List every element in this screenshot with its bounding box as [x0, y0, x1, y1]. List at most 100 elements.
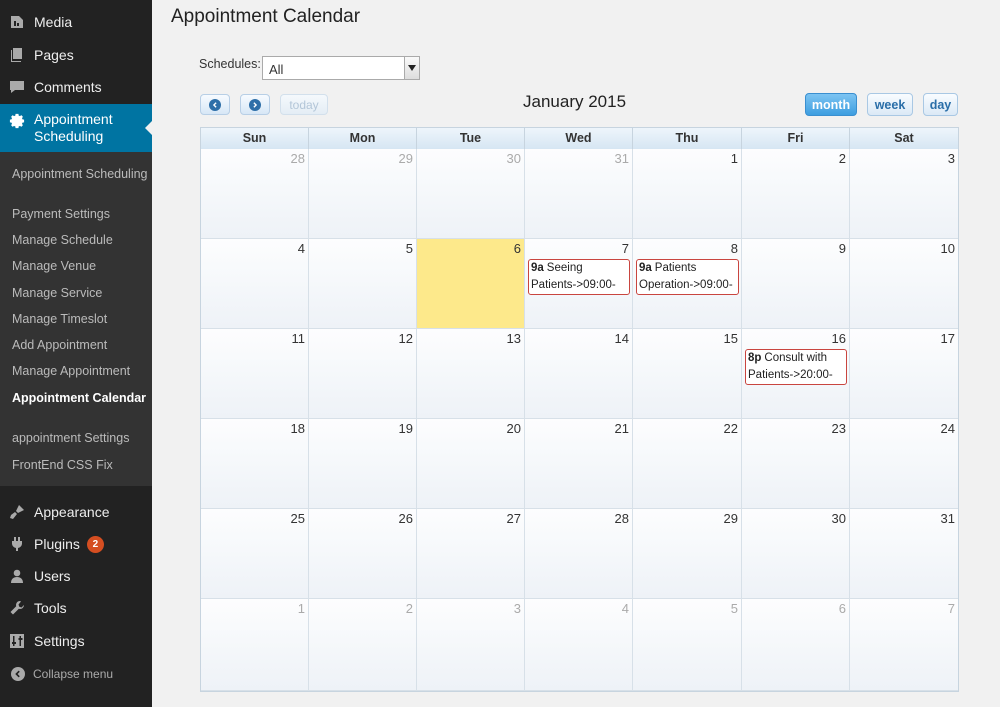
- submenu-item-frontend-css-fix[interactable]: FrontEnd CSS Fix: [12, 458, 148, 472]
- submenu-item-manage-timeslot[interactable]: Manage Timeslot: [12, 312, 148, 326]
- day-cell[interactable]: 8 9aPatients Operation->09:00-12:00: [633, 239, 742, 329]
- day-cell[interactable]: 18: [201, 419, 309, 509]
- day-cell[interactable]: 10: [850, 239, 958, 329]
- sidebar-item-tools[interactable]: Tools: [0, 592, 152, 624]
- day-cell[interactable]: 24: [850, 419, 958, 509]
- day-cell[interactable]: 28: [525, 509, 633, 599]
- collapse-menu-label: Collapse menu: [33, 667, 114, 681]
- day-cell[interactable]: 1: [633, 149, 742, 239]
- day-cell[interactable]: 19: [309, 419, 417, 509]
- day-cell[interactable]: 21: [525, 419, 633, 509]
- day-cell[interactable]: 3: [417, 599, 525, 691]
- week-view-button[interactable]: week: [867, 93, 913, 116]
- day-cell[interactable]: 13: [417, 329, 525, 419]
- day-number: 1: [730, 151, 738, 166]
- sidebar-item-appearance[interactable]: Appearance: [0, 496, 152, 528]
- sidebar-item-label: Tools: [34, 600, 67, 616]
- day-cell[interactable]: 23: [742, 419, 850, 509]
- schedules-select[interactable]: All: [262, 56, 420, 80]
- submenu-item-manage-venue[interactable]: Manage Venue: [12, 259, 148, 273]
- sidebar-item-appointment-scheduling[interactable]: Appointment Scheduling: [0, 104, 153, 152]
- day-cell[interactable]: 12: [309, 329, 417, 419]
- calendar-event[interactable]: 8pConsult with Patients->20:00-23:00: [745, 349, 847, 385]
- prev-month-button[interactable]: [200, 94, 230, 115]
- day-number: 29: [723, 511, 738, 526]
- day-cell[interactable]: 25: [201, 509, 309, 599]
- submenu-item-manage-service[interactable]: Manage Service: [12, 286, 148, 300]
- day-number: 14: [614, 331, 629, 346]
- schedules-label: Schedules:: [199, 57, 261, 71]
- today-button[interactable]: today: [280, 94, 328, 115]
- day-cell[interactable]: 26: [309, 509, 417, 599]
- sidebar-item-users[interactable]: Users: [0, 560, 152, 592]
- day-number: 7: [947, 601, 955, 616]
- day-cell[interactable]: 20: [417, 419, 525, 509]
- day-cell[interactable]: 27: [417, 509, 525, 599]
- collapse-menu-button[interactable]: Collapse menu: [0, 662, 152, 686]
- day-header-fri: Fri: [742, 128, 850, 149]
- sidebar-item-plugins[interactable]: Plugins 2: [0, 528, 152, 560]
- day-cell[interactable]: 17: [850, 329, 958, 419]
- day-cell[interactable]: 29: [309, 149, 417, 239]
- day-cell[interactable]: 31: [525, 149, 633, 239]
- calendar-event[interactable]: 9aSeeing Patients->09:00-12:00: [528, 259, 630, 295]
- day-view-button[interactable]: day: [923, 93, 958, 116]
- month-calendar: Sun Mon Tue Wed Thu Fri Sat 28 29 30 31 1 2 3 4 5 6 7 9a S…: [200, 127, 959, 692]
- sidebar-item-pages[interactable]: Pages: [0, 39, 152, 71]
- day-cell[interactable]: 29: [633, 509, 742, 599]
- day-cell[interactable]: 2: [742, 149, 850, 239]
- day-cell[interactable]: 3: [850, 149, 958, 239]
- day-cell[interactable]: 16 8pConsult with Patients->20:00-23:00: [742, 329, 850, 419]
- day-cell[interactable]: 9: [742, 239, 850, 329]
- submenu-item-appointment-calendar[interactable]: Appointment Calendar: [12, 391, 148, 405]
- day-cell[interactable]: 5: [633, 599, 742, 691]
- submenu-item-manage-schedule[interactable]: Manage Schedule: [12, 233, 148, 247]
- day-cell[interactable]: 14: [525, 329, 633, 419]
- day-number: 15: [723, 331, 738, 346]
- admin-sidebar: Media Pages Comments Appointment Schedulin…: [0, 0, 153, 707]
- day-number: 9: [838, 241, 846, 256]
- day-cell[interactable]: 5: [309, 239, 417, 329]
- day-cell[interactable]: 11: [201, 329, 309, 419]
- current-menu-arrow: [145, 120, 153, 136]
- day-cell-today[interactable]: 6: [417, 239, 525, 329]
- submenu-item-manage-appointment[interactable]: Manage Appointment: [12, 364, 148, 378]
- submenu-item-appointment-settings[interactable]: appointment Settings: [12, 431, 148, 445]
- day-cell[interactable]: 4: [525, 599, 633, 691]
- day-number: 19: [398, 421, 413, 436]
- day-cell[interactable]: 30: [417, 149, 525, 239]
- gear-icon: [8, 112, 26, 130]
- settings-icon: [8, 632, 26, 650]
- page-title: Appointment Calendar: [171, 6, 361, 27]
- sidebar-item-label: Media: [34, 14, 73, 30]
- pages-icon: [8, 46, 26, 64]
- chevron-down-icon[interactable]: [404, 57, 419, 79]
- day-cell[interactable]: 7 9aSeeing Patients->09:00-12:00: [525, 239, 633, 329]
- day-number: 13: [506, 331, 521, 346]
- day-number: 20: [506, 421, 521, 436]
- day-cell[interactable]: 22: [633, 419, 742, 509]
- day-cell[interactable]: 31: [850, 509, 958, 599]
- sidebar-item-comments[interactable]: Comments: [0, 71, 152, 103]
- day-number: 3: [513, 601, 521, 616]
- submenu-item-payment-settings[interactable]: Payment Settings: [12, 207, 148, 221]
- next-month-button[interactable]: [240, 94, 270, 115]
- day-cell[interactable]: 28: [201, 149, 309, 239]
- day-number: 12: [398, 331, 413, 346]
- day-cell[interactable]: 30: [742, 509, 850, 599]
- day-cell[interactable]: 7: [850, 599, 958, 691]
- day-cell[interactable]: 6: [742, 599, 850, 691]
- calendar-event[interactable]: 9aPatients Operation->09:00-12:00: [636, 259, 739, 295]
- day-cell[interactable]: 15: [633, 329, 742, 419]
- submenu-item-appointment-scheduling[interactable]: Appointment Scheduling: [12, 167, 148, 181]
- calendar-title: January 2015: [523, 92, 627, 111]
- chevron-right-icon: [249, 98, 261, 111]
- month-view-button[interactable]: month: [805, 93, 857, 116]
- day-cell[interactable]: 2: [309, 599, 417, 691]
- sidebar-item-settings[interactable]: Settings: [0, 625, 152, 657]
- day-cell[interactable]: 1: [201, 599, 309, 691]
- day-number: 11: [291, 331, 306, 346]
- submenu-item-add-appointment[interactable]: Add Appointment: [12, 338, 148, 352]
- sidebar-item-media[interactable]: Media: [0, 6, 152, 38]
- day-cell[interactable]: 4: [201, 239, 309, 329]
